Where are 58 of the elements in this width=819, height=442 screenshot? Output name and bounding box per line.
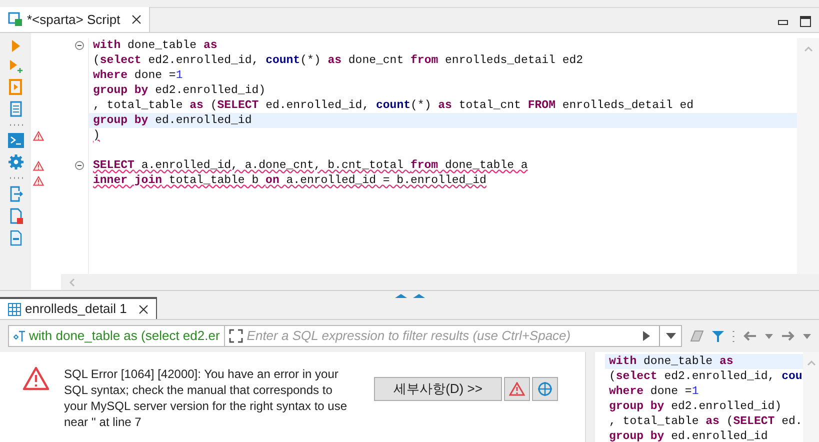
play-icon[interactable] xyxy=(642,330,651,342)
terminal-icon[interactable] xyxy=(8,133,24,148)
crosshair-icon xyxy=(537,381,553,397)
back-icon[interactable] xyxy=(743,331,757,341)
code-line: with done_table as xyxy=(609,355,734,368)
expand-icon[interactable] xyxy=(228,329,243,343)
script-run-icon[interactable] xyxy=(8,79,22,95)
code-line: (select ed2.enrolled_id, cou xyxy=(609,370,802,383)
filter-icon[interactable] xyxy=(712,330,724,342)
locate-button[interactable] xyxy=(532,377,558,401)
caret-icon xyxy=(666,333,676,339)
scroll-up-icon[interactable] xyxy=(804,46,812,52)
code-line: SELECT a.enrolled_id, a.done_cnt, b.cnt_total from done_table a xyxy=(93,159,528,172)
text-cursor-icon xyxy=(13,330,26,342)
variables-icon[interactable] xyxy=(8,230,22,246)
close-icon[interactable] xyxy=(138,304,148,314)
query-text: with done_table as (select ed2.er xyxy=(29,327,220,346)
scroll-up-icon[interactable] xyxy=(806,360,816,366)
code-line: , total_table as (SELECT ed. xyxy=(609,415,802,428)
maximize-icon[interactable] xyxy=(800,16,811,27)
code-line: , total_table as (SELECT ed.enrolled_id, count(*) as total_cnt FROM enrolleds_detail ed xyxy=(93,99,694,112)
code-line: group by ed2.enrolled_id) xyxy=(609,400,782,413)
run-new-icon[interactable] xyxy=(8,59,22,73)
error-log-button[interactable] xyxy=(504,377,530,401)
code-line: (select ed2.enrolled_id, count(*) as done_cnt from enrolleds_detail ed2 xyxy=(93,54,584,67)
details-button[interactable]: 세부사항(D) >> xyxy=(374,377,502,401)
filter-field[interactable]: with done_table as (select ed2.er Enter a SQL expression to filter results (use Ctrl+Space) xyxy=(8,325,682,347)
code-line: with done_table as xyxy=(93,39,218,52)
document-icon[interactable] xyxy=(8,101,22,117)
code-line: where done =1 xyxy=(609,385,699,398)
error-message: SQL Error [1064] [42000]: You have an error in your SQL syntax; check the manual that corresponds to your MySQL server version for the right syntax to use near '' at line 7 xyxy=(64,366,348,430)
minimize-icon[interactable] xyxy=(778,20,788,26)
results-tab[interactable]: enrolleds_detail 1 xyxy=(0,297,157,319)
run-icon[interactable] xyxy=(10,39,22,53)
warning-icon xyxy=(509,382,525,396)
warning-icon xyxy=(22,366,50,391)
code-line: where done =1 xyxy=(93,69,183,82)
code-line: group by ed2.enrolled_id) xyxy=(93,84,266,97)
collapse-icon[interactable] xyxy=(75,161,84,170)
export-icon[interactable] xyxy=(8,186,22,202)
filter-input[interactable]: Enter a SQL expression to filter results (use Ctrl+Space) xyxy=(246,326,634,346)
script-icon xyxy=(8,12,23,27)
forward-icon[interactable] xyxy=(781,331,795,341)
editor-tab[interactable]: *<sparta> Script xyxy=(0,7,150,32)
settings-icon[interactable] xyxy=(8,154,24,170)
code-line: group by ed.enrolled_id xyxy=(93,114,252,127)
caret-icon[interactable] xyxy=(765,334,773,338)
table-icon xyxy=(8,302,21,316)
sash-arrows-icon[interactable] xyxy=(392,293,426,298)
file-error-icon[interactable] xyxy=(8,208,22,224)
collapse-icon[interactable] xyxy=(75,41,84,50)
code-line: group by ed.enrolled_id xyxy=(609,430,768,442)
close-icon[interactable] xyxy=(132,15,142,24)
scroll-left-icon[interactable] xyxy=(69,278,75,286)
code-line: inner join total_table b on a.enrolled_id = b.enrolled_id xyxy=(93,174,486,187)
code-line: ) xyxy=(93,129,100,142)
caret-icon[interactable] xyxy=(803,334,811,338)
eraser-icon[interactable] xyxy=(690,330,704,342)
